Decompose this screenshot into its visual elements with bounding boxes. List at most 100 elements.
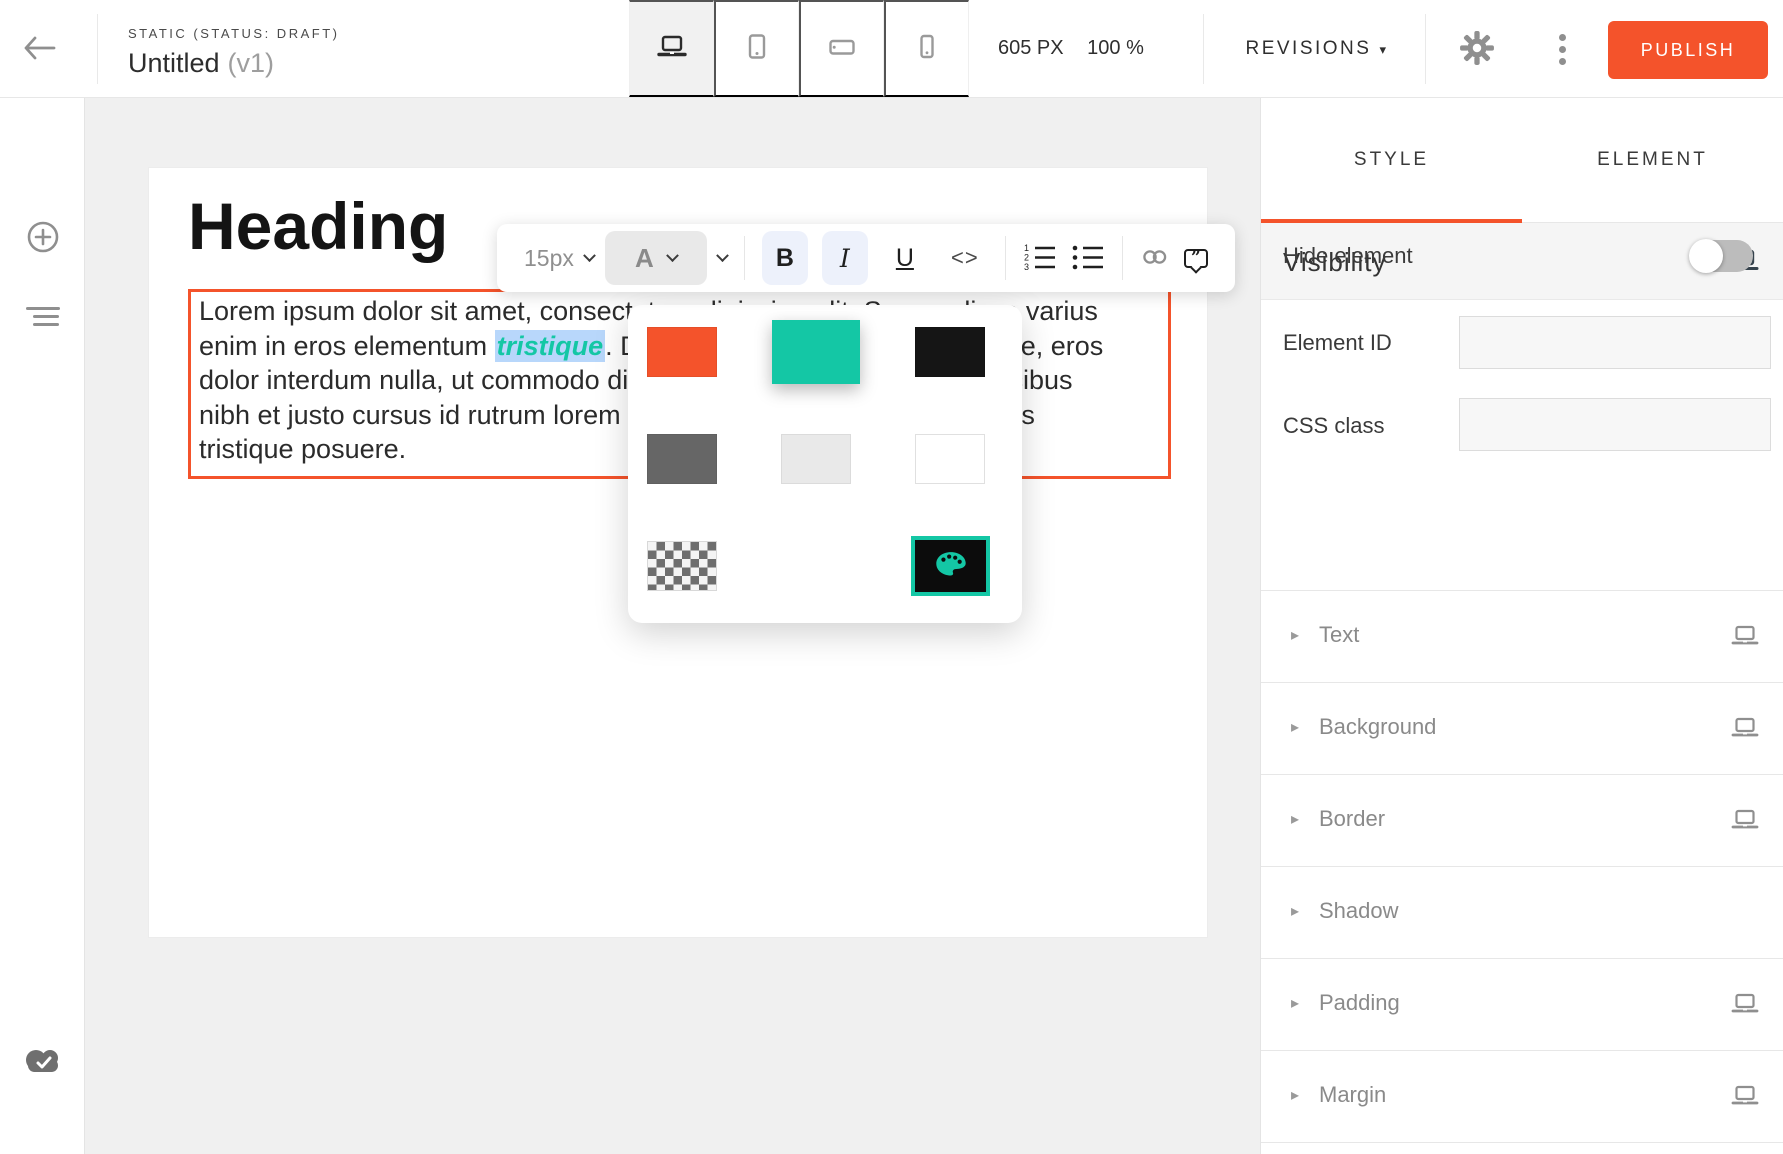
style-sections-list: ▸Text▸Background▸Border▸Shadow▸Padding▸M…: [1261, 590, 1783, 1143]
chevron-right-icon: ▸: [1291, 625, 1299, 645]
caret-down-icon: ▾: [1379, 42, 1388, 57]
css-class-input[interactable]: [1459, 398, 1771, 451]
color-swatch-teal[interactable]: [772, 320, 860, 384]
left-sidebar: [0, 98, 85, 1154]
toolbar-more-formatting-button[interactable]: [718, 254, 727, 263]
chevron-right-icon: ▸: [1291, 717, 1299, 737]
settings-panel: STYLEELEMENT Visibility Hide element Ele…: [1260, 98, 1783, 1154]
settings-button[interactable]: [1458, 30, 1496, 68]
color-swatch-orange[interactable]: [647, 327, 717, 377]
color-swatch-transparent[interactable]: [647, 541, 717, 591]
tablet-icon: [743, 34, 771, 63]
element-id-input[interactable]: [1459, 316, 1771, 369]
chevron-down-icon: [583, 249, 596, 262]
color-swatch-white[interactable]: [915, 434, 985, 484]
section-text[interactable]: ▸ Text: [1261, 590, 1783, 682]
desktop-icon: [657, 35, 687, 62]
color-swatch-dark-gray[interactable]: [647, 434, 717, 484]
topbar-divider: [1203, 14, 1204, 84]
hide-element-toggle[interactable]: [1691, 240, 1753, 272]
toolbar-code-button[interactable]: <>: [942, 231, 988, 285]
laptop-icon: [1731, 717, 1759, 744]
layers-button[interactable]: [0, 286, 85, 342]
section-border[interactable]: ▸Border: [1261, 774, 1783, 866]
layers-icon: [0, 307, 85, 326]
element-id-label: Element ID: [1283, 330, 1392, 356]
more-options-button[interactable]: [1548, 28, 1576, 70]
section-margin[interactable]: ▸ Margin: [1261, 1050, 1783, 1142]
laptop-icon: [1731, 1085, 1759, 1112]
section-label: Margin: [1319, 1082, 1386, 1108]
device-preview-tabs: [629, 0, 969, 97]
text-format-toolbar: 15px A BIU <> 123 ”: [497, 224, 1235, 292]
settings-panel-tabs: STYLEELEMENT: [1261, 98, 1783, 223]
chevron-right-icon: ▸: [1291, 1085, 1299, 1105]
chevron-right-icon: ▸: [1291, 993, 1299, 1013]
color-swatch-custom-color[interactable]: [911, 536, 990, 596]
device-tab-mobile[interactable]: [884, 0, 969, 97]
laptop-icon: [1731, 993, 1759, 1020]
document-version: (v1): [228, 48, 275, 78]
quote-icon: ”: [1184, 249, 1208, 268]
section-label: Padding: [1319, 990, 1400, 1016]
mobile-icon: [914, 34, 940, 63]
palette-icon: [934, 550, 968, 583]
svg-text:3: 3: [1024, 262, 1029, 271]
laptop-icon: [1731, 625, 1759, 652]
section-shadow[interactable]: ▸Shadow: [1261, 866, 1783, 958]
publish-button[interactable]: PUBLISH: [1608, 21, 1768, 79]
toolbar-divider: [1122, 236, 1123, 280]
saved-cloud-check-icon: [20, 1042, 66, 1076]
mobile-landscape-icon: [828, 34, 856, 63]
section-label: Border: [1319, 806, 1385, 832]
tab-style[interactable]: STYLE: [1261, 98, 1522, 222]
viewport-stats: 605 PX 100 %: [998, 37, 1144, 60]
device-tab-desktop[interactable]: [629, 0, 714, 97]
toolbar-divider: [1005, 236, 1006, 280]
text-color-picker-popup: [628, 305, 1022, 623]
toolbar-font-size-button[interactable]: 15px: [524, 245, 594, 272]
link-icon: [1140, 245, 1170, 272]
back-button[interactable]: [16, 30, 64, 68]
document-title: Untitled(v1): [128, 48, 339, 79]
section-background[interactable]: ▸Background: [1261, 682, 1783, 774]
hide-element-label: Hide element: [1283, 243, 1413, 269]
toolbar-ordered-list-button[interactable]: 123: [1023, 243, 1057, 274]
toggle-knob: [1689, 239, 1723, 273]
color-swatch-light-gray[interactable]: [781, 434, 851, 484]
toolbar-quote-button[interactable]: ”: [1184, 249, 1208, 268]
tab-element[interactable]: ELEMENT: [1522, 98, 1783, 222]
kebab-menu-icon: [1548, 34, 1576, 65]
document-status: STATIC (STATUS: DRAFT): [128, 26, 339, 41]
device-tab-tablet[interactable]: [714, 0, 799, 97]
toolbar-unordered-list-button[interactable]: [1071, 243, 1105, 274]
quote-bubble: ”: [1184, 249, 1208, 268]
color-swatch-black[interactable]: [915, 327, 985, 377]
chevron-down-icon: [716, 249, 729, 262]
revisions-dropdown[interactable]: REVISIONS ▾: [1232, 0, 1402, 97]
viewport-width: 605 PX: [998, 37, 1064, 59]
svg-text:1: 1: [1024, 243, 1029, 253]
section-padding[interactable]: ▸ Padding: [1261, 958, 1783, 1050]
toolbar-italic-button[interactable]: I: [822, 231, 868, 285]
toolbar-link-button[interactable]: [1140, 245, 1170, 272]
toolbar-text-color-button[interactable]: A: [605, 231, 707, 285]
topbar-divider: [97, 14, 98, 84]
ordered-list-icon: 123: [1023, 243, 1057, 274]
revisions-label: REVISIONS: [1245, 38, 1371, 59]
add-element-button[interactable]: [0, 210, 85, 266]
section-label: Text: [1319, 622, 1359, 648]
chevron-down-icon: [666, 249, 679, 262]
document-info: STATIC (STATUS: DRAFT) Untitled(v1): [128, 26, 339, 79]
page-heading[interactable]: Heading: [188, 192, 448, 261]
plus-circle-icon: [25, 243, 61, 258]
section-label: Shadow: [1319, 898, 1399, 924]
toolbar-divider: [744, 236, 745, 280]
laptop-icon: [1731, 809, 1759, 836]
toolbar-underline-button[interactable]: U: [882, 231, 928, 285]
device-tab-mobile-landscape[interactable]: [799, 0, 884, 97]
highlighted-word[interactable]: tristique: [495, 330, 606, 362]
gear-icon: [1459, 54, 1495, 69]
toolbar-bold-button[interactable]: B: [762, 231, 808, 285]
text-color-letter: A: [635, 243, 654, 274]
